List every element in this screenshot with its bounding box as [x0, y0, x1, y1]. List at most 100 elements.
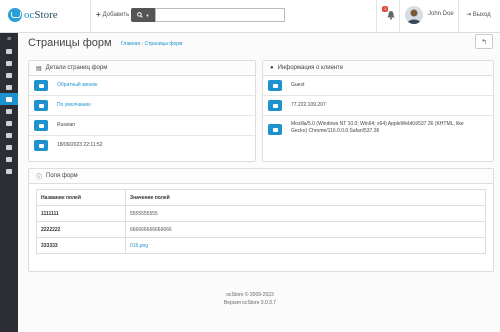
logo-text-store: Store [34, 9, 58, 21]
detail-row-language: Russian [29, 116, 255, 136]
client-row-useragent: Mozilla/5.0 (Windows NT 10.0; Win64; x64… [263, 116, 493, 143]
user-icon[interactable] [268, 80, 282, 91]
add-button-label: Добавить [102, 11, 130, 18]
sidebar-item-catalog[interactable] [0, 57, 18, 69]
panel-title: Детали страниц форм [45, 65, 108, 71]
bell-icon[interactable] [386, 10, 396, 20]
search-icon [136, 12, 143, 18]
user-menu[interactable]: John Doe [428, 11, 454, 17]
sidebar-item-extensions[interactable] [0, 81, 18, 93]
page-title: Страницы форм [28, 37, 112, 49]
sidebar: ≡ [0, 33, 18, 332]
dashboard-icon [6, 48, 12, 54]
table-row: 1111111 5555555555 [36, 205, 486, 222]
breadcrumb-home[interactable]: Главная [121, 41, 140, 47]
menu-icon: ≡ [6, 35, 12, 43]
detail-row-store: По умолчанию [29, 96, 255, 116]
sidebar-item-sales[interactable] [0, 117, 18, 129]
file-text-icon: ▤ [36, 65, 42, 72]
plus-icon: + [96, 10, 101, 19]
field-name: 1111111 [36, 205, 126, 222]
logo[interactable]: ocStore [8, 8, 58, 22]
caret-down-icon: ▼ [145, 12, 150, 18]
cart-logo-icon [8, 8, 22, 22]
field-file-link[interactable]: 015.png [125, 237, 486, 254]
breadcrumb: Главная › Страницы форм [121, 41, 182, 47]
back-button[interactable]: ↰ [475, 34, 493, 49]
sidebar-item-design[interactable] [0, 105, 18, 117]
shopping-cart-icon [6, 120, 12, 126]
panel-title: Информация о клиенте [277, 65, 344, 71]
desktop-icon[interactable] [268, 100, 282, 111]
logo-text-oc: oc [24, 9, 35, 21]
top-header: ocStore + Добавить ▼ 1 John Doe ⇥ Выход [0, 0, 500, 33]
tag-icon [6, 60, 12, 66]
desktop-icon [6, 108, 12, 114]
sidebar-item-reports[interactable] [0, 165, 18, 177]
sidebar-item-forms[interactable] [0, 93, 18, 105]
search-input[interactable] [155, 8, 285, 22]
column-header-name: Название полей [36, 189, 126, 206]
sidebar-item-dashboard[interactable] [0, 45, 18, 57]
fields-table: Название полей Значение полей 1111111 55… [36, 189, 486, 254]
breadcrumb-separator: › [141, 41, 144, 47]
header-divider [458, 0, 459, 32]
logout-link[interactable]: ⇥ Выход [466, 11, 491, 18]
footer-version: Версия ocStore 3.0.3.7 [223, 300, 277, 306]
share-icon [6, 144, 12, 150]
footer-copyright: ocStore © 2009-2023 [226, 292, 274, 298]
user-icon [6, 132, 12, 138]
sign-out-icon: ⇥ [466, 12, 472, 18]
field-name: 333333 [36, 237, 126, 254]
header-divider [376, 0, 377, 32]
detail-row-date: 18/09/2023 22:11:52 [29, 136, 255, 155]
sidebar-item-customers[interactable] [0, 129, 18, 141]
form-name-link[interactable]: Обратный звонок [57, 82, 97, 89]
field-value: 666666666666666 [125, 221, 486, 238]
panel-heading: ⓘ Поля форм [29, 169, 493, 184]
file-icon[interactable] [34, 80, 48, 91]
avatar[interactable] [405, 6, 423, 24]
sidebar-item-system[interactable] [0, 153, 18, 165]
sidebar-toggle[interactable]: ≡ [0, 33, 18, 45]
sidebar-item-marketing[interactable] [0, 141, 18, 153]
language-icon[interactable] [34, 120, 48, 131]
header-divider [90, 0, 91, 32]
info-circle-icon: ⓘ [36, 174, 43, 181]
table-row: 2222222 666666666666666 [36, 221, 486, 238]
globe-icon[interactable] [268, 124, 282, 135]
add-button[interactable]: + Добавить [96, 10, 129, 19]
column-header-value: Значение полей [125, 189, 486, 206]
puzzle-icon [6, 84, 12, 90]
customer-value: Guest [291, 82, 305, 88]
client-row-ip: 77.222.109.207 [263, 96, 493, 116]
tags-icon [6, 72, 12, 78]
bar-chart-icon [6, 168, 12, 174]
language-value: Russian [57, 122, 76, 128]
sidebar-item-tags[interactable] [0, 69, 18, 81]
field-value: 5555555555 [125, 205, 486, 222]
table-row: 333333 015.png [36, 237, 486, 254]
sitemap-icon[interactable] [34, 100, 48, 111]
table-header-row: Название полей Значение полей [36, 189, 486, 206]
client-row-customer: Guest [263, 76, 493, 96]
fields-panel: ⓘ Поля форм Название полей Значение поле… [28, 168, 494, 272]
calendar-icon[interactable] [34, 140, 48, 151]
panel-heading: ▤ Детали страниц форм [29, 61, 255, 76]
search-type-dropdown[interactable]: ▼ [131, 8, 155, 22]
panel-heading: ● Информация о клиенте [263, 61, 493, 76]
breadcrumb-current[interactable]: Страницы форм [144, 41, 182, 47]
cog-icon [6, 156, 12, 162]
panel-title: Поля форм [46, 173, 78, 179]
logout-label: Выход [472, 12, 491, 18]
reply-icon: ↰ [481, 38, 487, 46]
file-icon [6, 96, 12, 102]
field-name: 2222222 [36, 221, 126, 238]
header-divider [399, 0, 400, 32]
store-link[interactable]: По умолчанию [57, 102, 91, 109]
ip-value: 77.222.109.207 [291, 102, 326, 108]
date-value: 18/09/2023 22:11:52 [57, 142, 103, 148]
search-bar: ▼ [131, 8, 285, 22]
form-details-panel: ▤ Детали страниц форм Обратный звонок По… [28, 60, 256, 162]
detail-row-form: Обратный звонок [29, 76, 255, 96]
